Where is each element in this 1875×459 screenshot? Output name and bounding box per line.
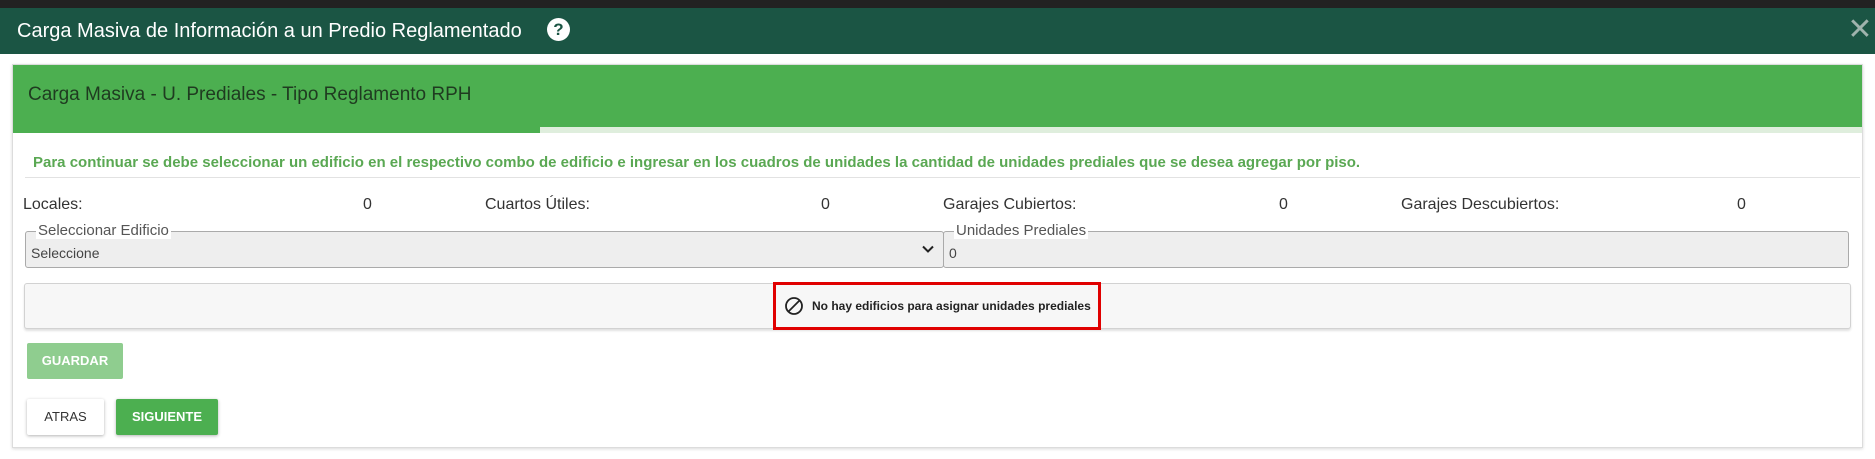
step-progress-filled [13, 127, 540, 133]
counter-locales-label: Locales: [23, 196, 83, 213]
save-button[interactable]: GUARDAR [27, 343, 123, 379]
bulk-load-panel: Carga Masiva - U. Prediales - Tipo Regla… [12, 64, 1863, 448]
building-select[interactable]: Seleccionar Edificio Seleccione [25, 223, 944, 268]
instruction-text: Para continuar se debe seleccionar un ed… [33, 154, 1361, 171]
dialog-title: Carga Masiva de Información a un Predio … [17, 20, 522, 42]
chevron-down-icon [922, 245, 934, 253]
panel-header: Carga Masiva - U. Prediales - Tipo Regla… [13, 65, 1862, 127]
counter-garajes-descubiertos-label: Garajes Descubiertos: [1401, 196, 1560, 213]
top-strip [0, 0, 1875, 8]
next-button[interactable]: SIGUIENTE [116, 399, 218, 435]
property-units-value: 0 [949, 245, 957, 261]
counter-garajes-cubiertos-label: Garajes Cubiertos: [943, 196, 1077, 213]
counter-garajes-cubiertos-value: 0 [1279, 196, 1288, 213]
counter-locales-value: 0 [363, 196, 372, 213]
dialog-titlebar: Carga Masiva de Información a un Predio … [0, 8, 1875, 54]
counter-cuartos-utiles-value: 0 [821, 196, 830, 213]
panel-title: Carga Masiva - U. Prediales - Tipo Regla… [28, 84, 472, 105]
close-icon[interactable]: ✕ [1847, 15, 1873, 45]
counter-garajes-descubiertos-value: 0 [1737, 196, 1746, 213]
property-units-label: Unidades Prediales [954, 222, 1089, 239]
ban-icon [785, 297, 803, 315]
step-progress-track [540, 127, 1862, 133]
building-select-value: Seleccione [31, 245, 100, 261]
property-units-field: Unidades Prediales 0 [943, 223, 1849, 268]
no-buildings-alert: No hay edificios para asignar unidades p… [773, 282, 1101, 330]
divider [25, 177, 1860, 178]
back-button[interactable]: ATRAS [27, 399, 104, 435]
building-select-label: Seleccionar Edificio [36, 222, 171, 239]
help-icon[interactable]: ? [547, 18, 570, 41]
counter-cuartos-utiles-label: Cuartos Útiles: [485, 196, 590, 213]
no-buildings-message: No hay edificios para asignar unidades p… [812, 299, 1091, 313]
